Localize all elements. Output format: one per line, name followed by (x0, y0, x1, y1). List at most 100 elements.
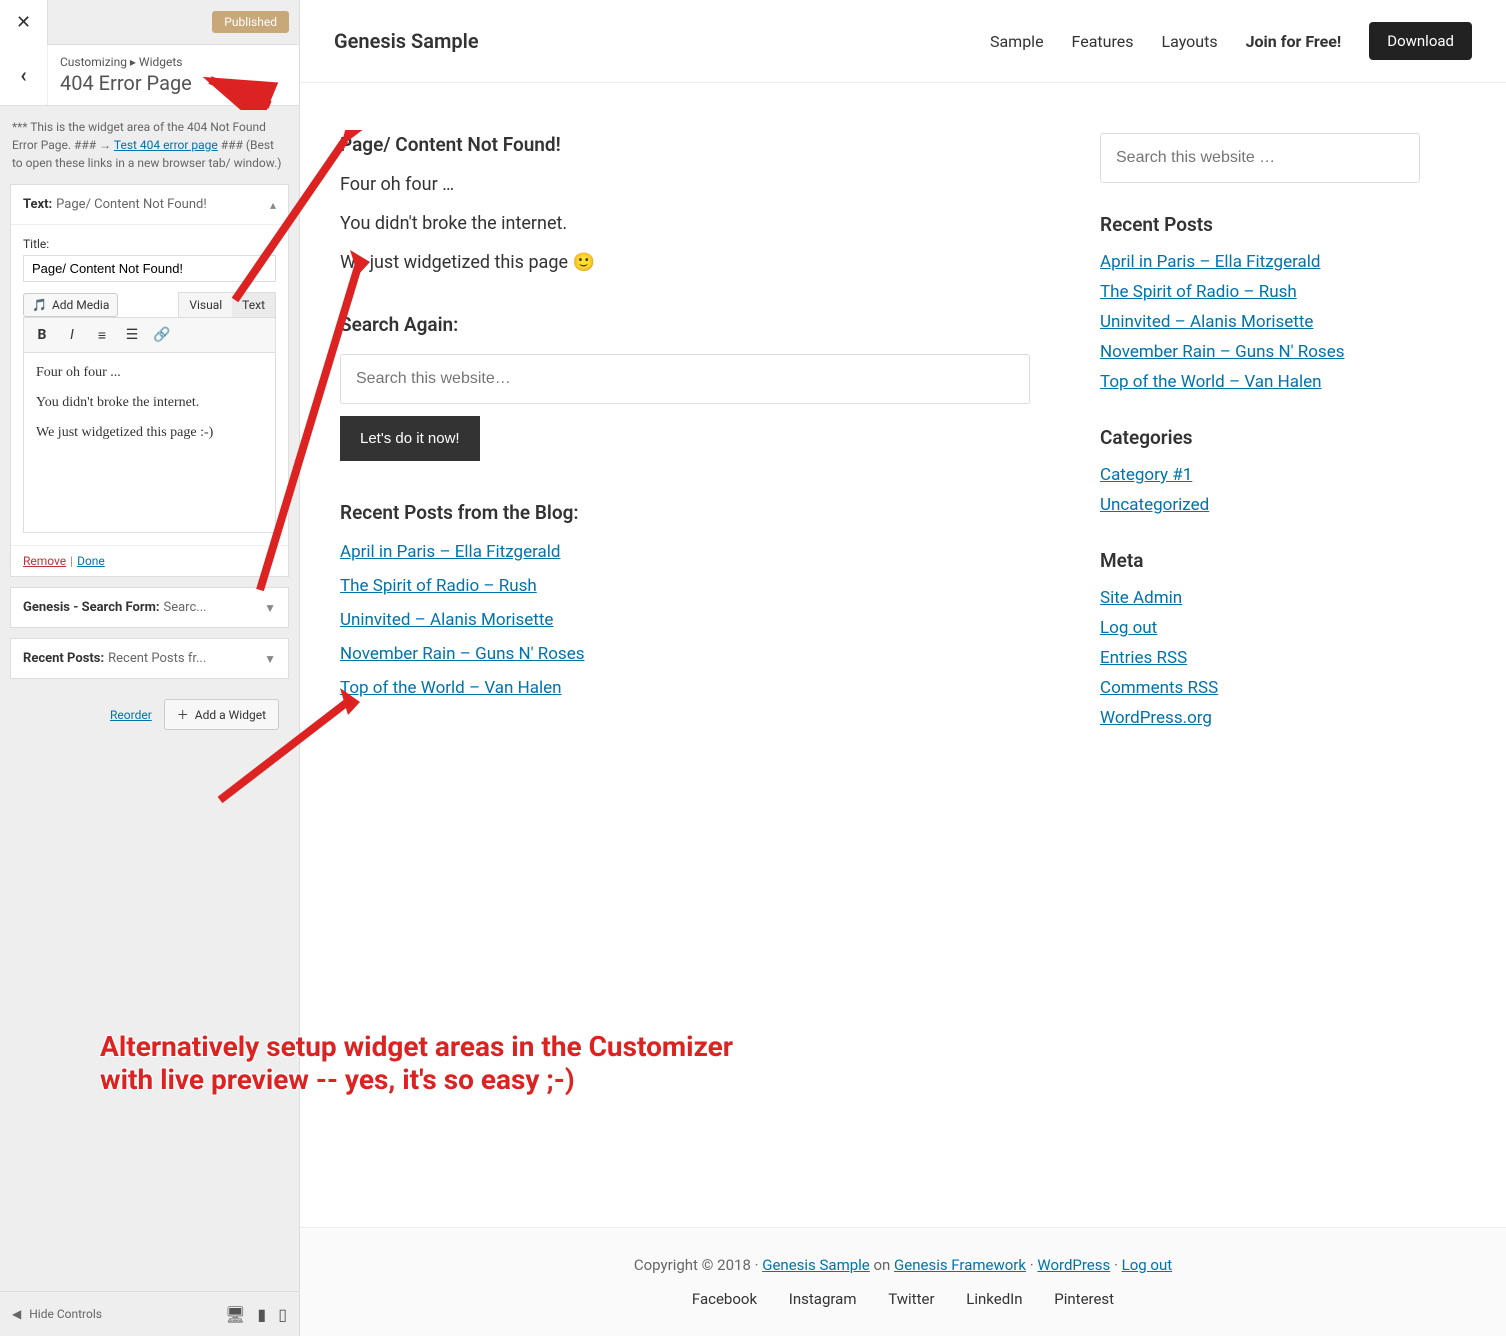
sidebar-search-input[interactable] (1100, 133, 1420, 183)
add-media-label: Add Media (52, 298, 109, 312)
breadcrumb-body: Customizing ▸ Widgets 404 Error Page (48, 45, 299, 105)
footer-link[interactable]: Genesis Sample (762, 1256, 870, 1274)
tablet-icon[interactable]: ▮ (257, 1305, 266, 1324)
post-link[interactable]: Uninvited – Alanis Morisette (1100, 312, 1313, 332)
device-preview-icons: 🖥 ▮ ▯ (225, 1305, 287, 1324)
nav-layouts[interactable]: Layouts (1161, 32, 1217, 51)
breadcrumb-trail: Customizing ▸ Widgets (60, 55, 287, 69)
remove-widget-link[interactable]: Remove (23, 554, 66, 568)
footer-link[interactable]: Log out (1122, 1256, 1173, 1274)
category-link[interactable]: Uncategorized (1100, 495, 1209, 515)
widget-header[interactable]: Genesis - Search Form: Searc... ▼ (11, 588, 288, 627)
social-link[interactable]: Twitter (888, 1290, 934, 1308)
widget-actions-row: Reorder ＋ Add a Widget (10, 689, 289, 740)
back-button[interactable]: ‹ (0, 45, 48, 105)
sidebar-categories-list: Category #1 Uncategorized (1100, 465, 1420, 515)
customizer-header: ✕ Published (0, 0, 299, 45)
widget-title-label: Page/ Content Not Found! (56, 197, 270, 212)
post-link[interactable]: April in Paris – Ella Fitzgerald (340, 542, 561, 562)
post-link[interactable]: Top of the World – Van Halen (1100, 372, 1322, 392)
nav-features[interactable]: Features (1072, 32, 1134, 51)
editor-line: We just widgetized this page :-) (36, 425, 263, 441)
widget-header[interactable]: Text: Page/ Content Not Found! ▴ (11, 185, 288, 224)
tab-text[interactable]: Text (232, 293, 275, 317)
number-list-icon[interactable]: ☰ (118, 322, 146, 348)
widget-header[interactable]: Recent Posts: Recent Posts fr... ▼ (11, 639, 288, 678)
meta-link[interactable]: Site Admin (1100, 588, 1182, 608)
footer-link[interactable]: Genesis Framework (894, 1256, 1026, 1274)
widget-title-label: Searc... (164, 600, 265, 615)
content-line: You didn't broke the internet. (340, 213, 1030, 234)
editor-top-row: 🎵 Add Media Visual Text (23, 292, 276, 317)
chevron-down-icon: ▼ (264, 652, 276, 666)
done-widget-link[interactable]: Done (77, 554, 105, 568)
nav-sample[interactable]: Sample (990, 32, 1044, 51)
add-widget-button[interactable]: ＋ Add a Widget (164, 699, 279, 730)
test-404-link[interactable]: Test 404 error page (114, 138, 218, 152)
site-header: Genesis Sample Sample Features Layouts J… (300, 0, 1506, 83)
site-footer: Copyright © 2018 · Genesis Sample on Gen… (300, 1227, 1506, 1336)
social-link[interactable]: Pinterest (1054, 1290, 1114, 1308)
page-title: Page/ Content Not Found! (340, 133, 1030, 156)
post-link[interactable]: Top of the World – Van Halen (340, 678, 562, 698)
bold-icon[interactable]: B (28, 322, 56, 348)
sidebar-recent-heading: Recent Posts (1100, 213, 1420, 236)
site-body: Page/ Content Not Found! Four oh four … … (300, 83, 1506, 1227)
post-link[interactable]: November Rain – Guns N' Roses (340, 644, 585, 664)
widget-search-form: Genesis - Search Form: Searc... ▼ (10, 587, 289, 628)
download-button[interactable]: Download (1369, 22, 1472, 60)
widget-type-label: Recent Posts: (23, 651, 104, 666)
content-line: Four oh four … (340, 174, 1030, 195)
bullet-list-icon[interactable]: ≡ (88, 322, 116, 348)
editor-textarea[interactable]: Four oh four ... You didn't broke the in… (23, 353, 276, 533)
tab-visual[interactable]: Visual (179, 293, 232, 317)
editor-mode-tabs: Visual Text (178, 292, 276, 317)
mobile-icon[interactable]: ▯ (278, 1305, 287, 1324)
footer-text: · (1026, 1256, 1037, 1274)
post-link[interactable]: The Spirit of Radio – Rush (1100, 282, 1297, 302)
hide-controls-button[interactable]: ◀ Hide Controls (12, 1307, 102, 1321)
add-media-button[interactable]: 🎵 Add Media (23, 293, 118, 317)
footer-social: Facebook Instagram Twitter LinkedIn Pint… (320, 1290, 1486, 1308)
main-content: Page/ Content Not Found! Four oh four … … (340, 133, 1030, 1177)
search-input[interactable] (340, 354, 1030, 404)
social-link[interactable]: Instagram (789, 1290, 857, 1308)
sidebar-meta-list: Site Admin Log out Entries RSS Comments … (1100, 588, 1420, 728)
post-link[interactable]: November Rain – Guns N' Roses (1100, 342, 1345, 362)
post-link[interactable]: April in Paris – Ella Fitzgerald (1100, 252, 1321, 272)
meta-link[interactable]: Comments RSS (1100, 678, 1218, 698)
nav-join[interactable]: Join for Free! (1246, 32, 1342, 51)
widget-title-label: Recent Posts fr... (108, 651, 264, 666)
social-link[interactable]: Facebook (692, 1290, 757, 1308)
search-submit-button[interactable]: Let's do it now! (340, 416, 480, 461)
primary-nav: Sample Features Layouts Join for Free! D… (990, 22, 1472, 60)
category-link[interactable]: Category #1 (1100, 465, 1192, 485)
title-input[interactable] (23, 255, 276, 282)
recent-posts-section: Recent Posts from the Blog: April in Par… (340, 501, 1030, 698)
separator: | (70, 554, 73, 568)
widget-type-label: Text: (23, 197, 52, 212)
desktop-icon[interactable]: 🖥 (225, 1305, 245, 1324)
widgets-list: Text: Page/ Content Not Found! ▴ Title: … (0, 184, 299, 740)
footer-text: · (1110, 1256, 1121, 1274)
meta-link[interactable]: Log out (1100, 618, 1157, 638)
search-again-section: Search Again: Let's do it now! (340, 313, 1030, 461)
social-link[interactable]: LinkedIn (966, 1290, 1022, 1308)
reorder-link[interactable]: Reorder (110, 708, 152, 722)
meta-link[interactable]: Entries RSS (1100, 648, 1187, 668)
post-link[interactable]: Uninvited – Alanis Morisette (340, 610, 553, 630)
not-found-text: Page/ Content Not Found! Four oh four … … (340, 133, 1030, 273)
italic-icon[interactable]: I (58, 322, 86, 348)
site-title[interactable]: Genesis Sample (334, 29, 479, 53)
copyright-text: Copyright © 2018 · (634, 1256, 762, 1274)
sidebar: Recent Posts April in Paris – Ella Fitzg… (1100, 133, 1420, 1177)
link-icon[interactable]: 🔗 (148, 322, 176, 348)
editor-toolbar: B I ≡ ☰ 🔗 (23, 317, 276, 353)
post-link[interactable]: The Spirit of Radio – Rush (340, 576, 537, 596)
chevron-up-icon: ▴ (270, 198, 276, 212)
close-customizer-button[interactable]: ✕ (0, 0, 48, 45)
meta-link[interactable]: WordPress.org (1100, 708, 1212, 728)
footer-link[interactable]: WordPress (1037, 1256, 1110, 1274)
content-line: We just widgetized this page 🙂 (340, 252, 1030, 273)
published-badge: Published (212, 11, 289, 33)
